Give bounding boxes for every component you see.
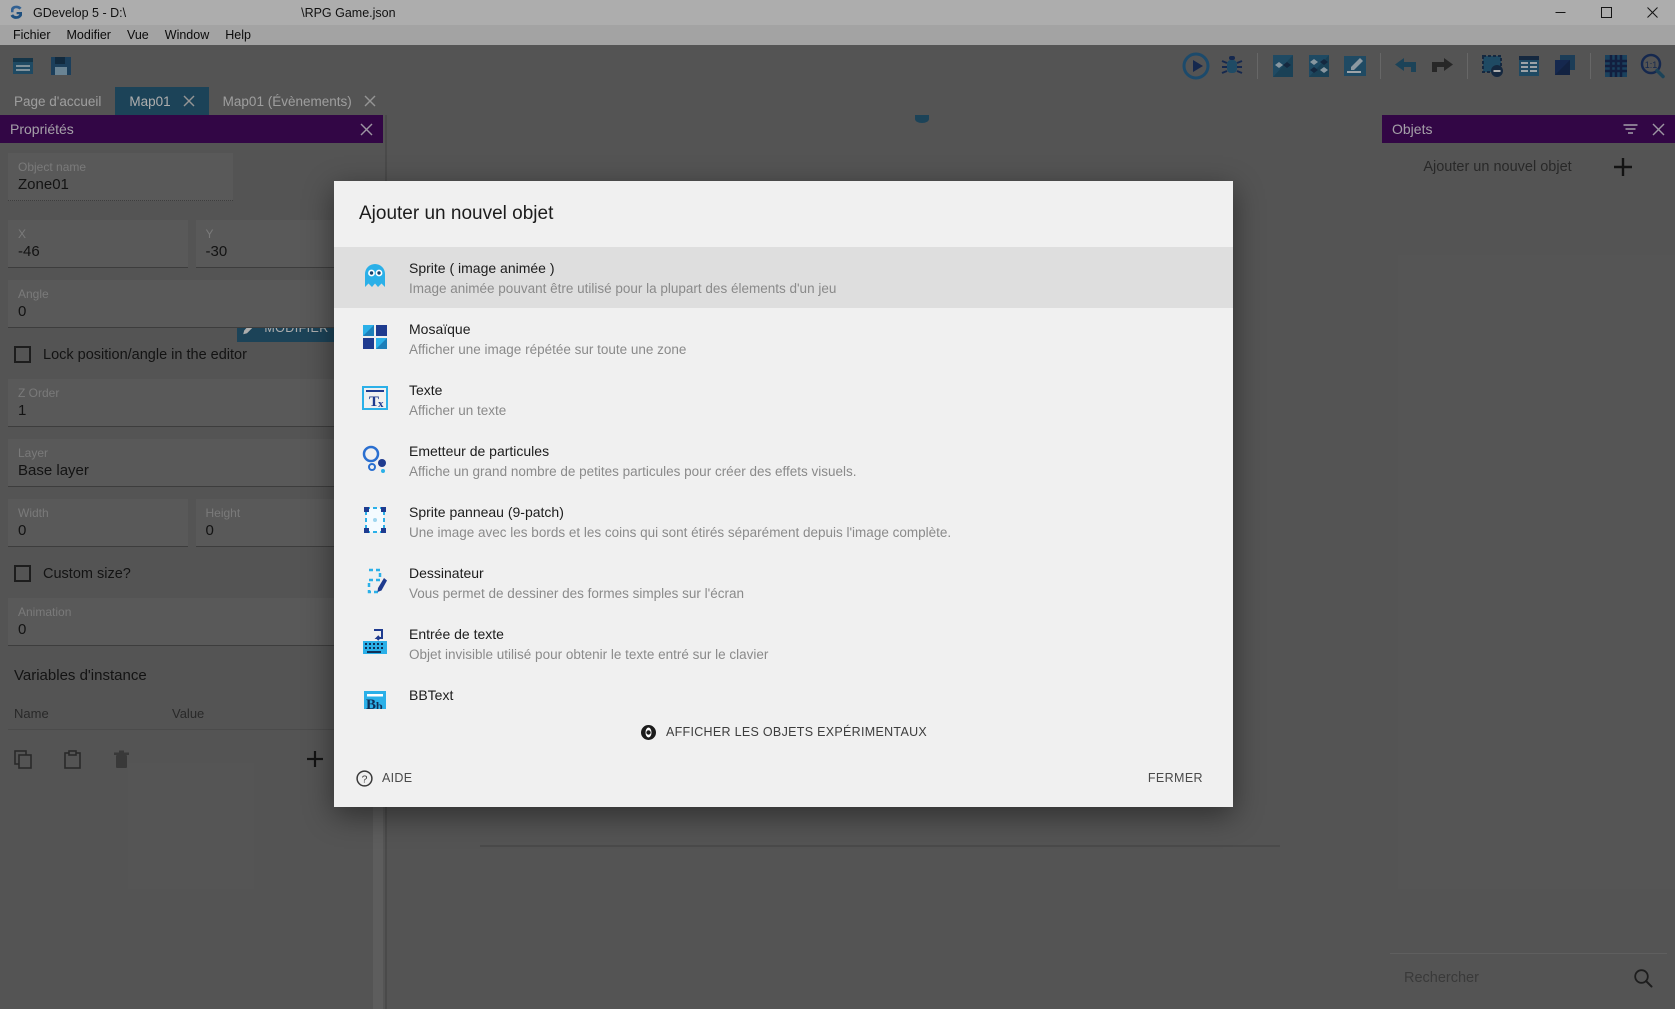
text-entry-icon [359, 626, 391, 658]
show-experimental-objects-button[interactable]: AFFICHER LES OBJETS EXPÉRIMENTAUX [334, 709, 1233, 755]
object-type-description: Affiche un grand nombre de petites parti… [409, 464, 857, 479]
bbtext-icon: B b [359, 687, 391, 709]
help-button[interactable]: ? AIDE [356, 769, 413, 787]
object-type-shape-painter[interactable]: Dessinateur Vous permet de dessiner des … [334, 552, 1233, 613]
close-dialog-button[interactable]: FERMER [1138, 769, 1213, 787]
object-type-list: Sprite ( image animée ) Image animée pou… [334, 247, 1233, 709]
object-type-name: Mosaïque [409, 321, 471, 337]
object-type-name: Sprite ( image animée ) [409, 260, 555, 276]
object-type-text: Dessinateur Vous permet de dessiner des … [409, 562, 1208, 603]
object-type-name: Sprite panneau (9-patch) [409, 504, 564, 520]
gdevelop-window: GDevelop 5 - D:\ \RPG Game.json Fichier … [0, 0, 1675, 1009]
add-new-object-dialog: Ajouter un nouvel objet Sprite ( image a… [334, 181, 1233, 807]
object-type-text: Entrée de texte Objet invisible utilisé … [409, 623, 1208, 664]
eye-icon [640, 724, 657, 741]
object-type-tiled-sprite[interactable]: Mosaïque Afficher une image répétée sur … [334, 308, 1233, 369]
show-experimental-objects-label: AFFICHER LES OBJETS EXPÉRIMENTAUX [665, 725, 928, 739]
object-type-description: Une image avec les bords et les coins qu… [409, 525, 952, 540]
object-type-name: BBText [409, 687, 454, 703]
svg-text:x: x [378, 398, 384, 410]
shape-painter-icon [359, 565, 391, 597]
panel-sprite-icon [359, 504, 391, 536]
object-type-text: Sprite ( image animée ) Image animée pou… [409, 257, 1208, 298]
tiled-sprite-icon [359, 321, 391, 353]
object-type-bbtext[interactable]: B b BBText Affiche une étiquette de text… [334, 674, 1233, 709]
object-type-name: Dessinateur [409, 565, 484, 581]
object-type-text: Sprite panneau (9-patch) Une image avec … [409, 501, 1208, 542]
sprite-ghost-icon [359, 260, 391, 292]
dialog-title: Ajouter un nouvel objet [359, 203, 554, 224]
object-type-text: Emetteur de particules Affiche un grand … [409, 440, 1208, 481]
dialog-footer: ? AIDE FERMER [334, 755, 1233, 807]
object-type-text: Mosaïque Afficher une image répétée sur … [409, 318, 1208, 359]
object-type-text[interactable]: T x Texte Afficher un texte [334, 369, 1233, 430]
object-type-sprite[interactable]: Sprite ( image animée ) Image animée pou… [334, 247, 1233, 308]
object-type-text: Texte Afficher un texte [409, 379, 1208, 420]
help-button-label: AIDE [382, 771, 413, 785]
object-type-name: Texte [409, 382, 443, 398]
text-icon: T x [359, 382, 391, 414]
object-type-description: Objet invisible utilisé pour obtenir le … [409, 647, 769, 662]
object-type-description: Afficher une image répétée sur toute une… [409, 342, 687, 357]
object-type-name: Emetteur de particules [409, 443, 550, 459]
svg-text:?: ? [362, 773, 368, 785]
object-type-text-entry[interactable]: Entrée de texte Objet invisible utilisé … [334, 613, 1233, 674]
svg-text:B: B [366, 697, 376, 709]
object-type-name: Entrée de texte [409, 626, 504, 642]
particle-emitter-icon [359, 443, 391, 475]
object-type-description: Afficher un texte [409, 403, 507, 418]
object-type-text: BBText Affiche une étiquette de texte en… [409, 684, 1208, 709]
close-dialog-label: FERMER [1147, 771, 1203, 785]
object-type-particle-emitter[interactable]: Emetteur de particules Affiche un grand … [334, 430, 1233, 491]
object-type-description: Image animée pouvant être utilisé pour l… [409, 281, 837, 296]
help-circle-icon: ? [356, 769, 373, 787]
object-type-panel-sprite[interactable]: Sprite panneau (9-patch) Une image avec … [334, 491, 1233, 552]
svg-text:b: b [376, 699, 383, 709]
object-type-description: Vous permet de dessiner des formes simpl… [409, 586, 744, 601]
